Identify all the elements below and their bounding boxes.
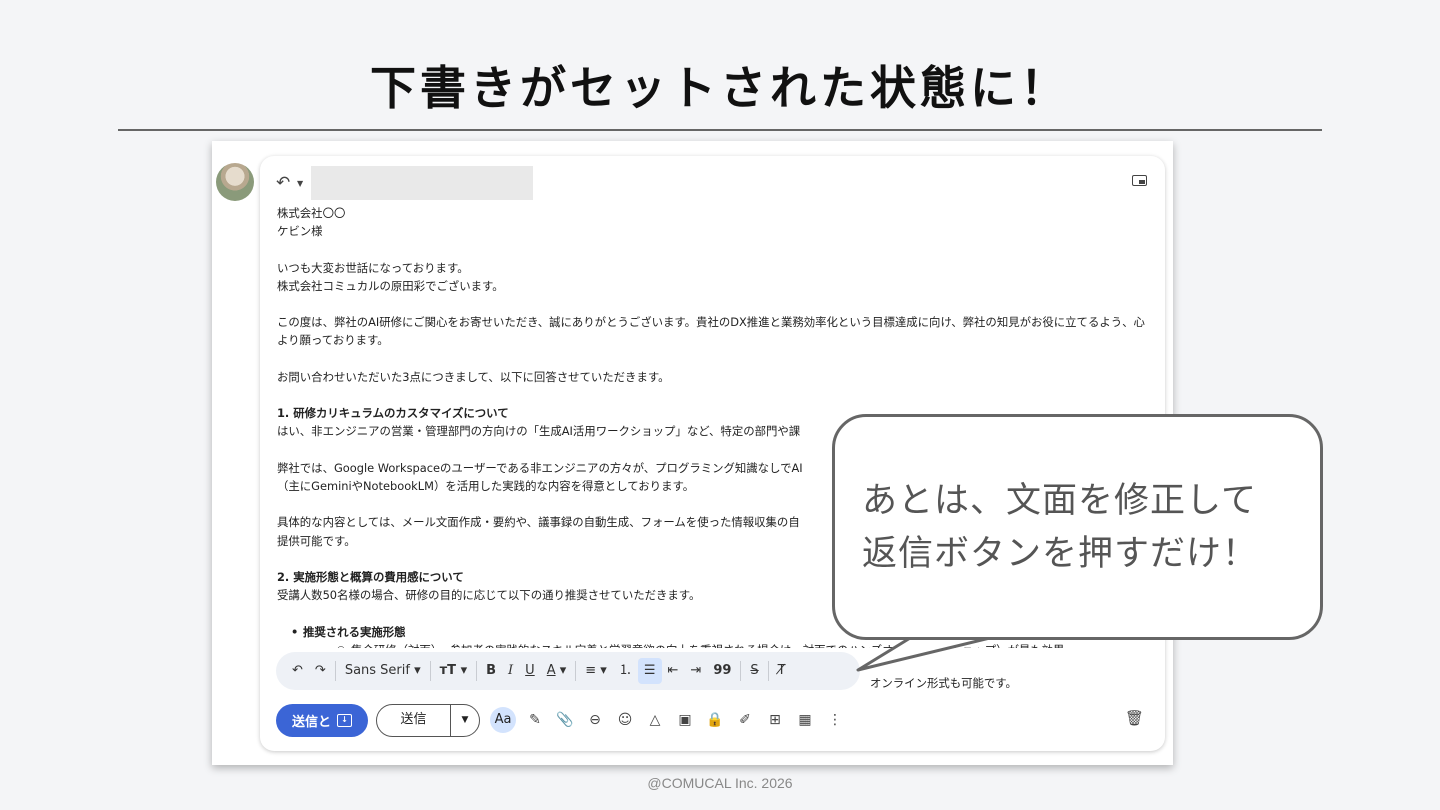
underline-icon[interactable]: U bbox=[519, 658, 541, 684]
magic-pen-icon[interactable]: ✎ bbox=[520, 712, 550, 728]
attach-icon[interactable]: 📎 bbox=[550, 712, 580, 728]
chevron-down-icon[interactable]: ▼ bbox=[297, 179, 303, 188]
send-button-label: 送信 bbox=[377, 704, 451, 736]
undo-icon[interactable]: ↶ bbox=[286, 658, 309, 684]
toolbar-divider bbox=[740, 661, 742, 681]
email-body-line: この度は、弊社のAI研修にご関心をお寄せいただき、誠にありがとうございます。貴社… bbox=[277, 315, 1145, 348]
align-icon[interactable]: ≡ ▾ bbox=[579, 658, 613, 684]
archive-icon: ↓ bbox=[337, 713, 352, 727]
avatar bbox=[216, 163, 254, 201]
formatting-options-button[interactable]: Aa bbox=[490, 707, 516, 733]
font-select-label: Sans Serif bbox=[344, 663, 410, 678]
chevron-down-icon[interactable]: ▼ bbox=[451, 715, 479, 725]
toolbar-divider bbox=[429, 661, 431, 681]
photo-icon[interactable]: ▣ bbox=[670, 712, 700, 728]
schedule-icon[interactable]: ▦ bbox=[790, 712, 820, 728]
bulleted-list-icon[interactable]: ☰ bbox=[637, 658, 662, 684]
recipient-field-redacted[interactable] bbox=[311, 166, 534, 200]
more-options-icon[interactable]: ⋮ bbox=[820, 712, 850, 728]
email-body-line: いつも大変お世話になっております。 bbox=[277, 260, 469, 275]
email-body-line: 株式会社〇〇 bbox=[277, 206, 346, 220]
compose-actions: 送信と ↓ 送信 ▼ Aa ✎ 📎 ⊖ ☺ △ ▣ 🔒 ✐ ⊞ ▦ ⋮ 🗑 bbox=[276, 703, 1156, 737]
link-icon[interactable]: ⊖ bbox=[580, 712, 610, 728]
email-body-line: お問い合わせいただいた3点につきまして、以下に回答させていただきます。 bbox=[277, 369, 670, 384]
send-and-archive-button[interactable]: 送信と ↓ bbox=[276, 703, 368, 737]
strikethrough-icon[interactable]: S bbox=[744, 658, 764, 684]
font-size-label: тT bbox=[439, 663, 457, 678]
remove-formatting-icon[interactable]: T̸ bbox=[772, 658, 792, 684]
toolbar-divider bbox=[575, 661, 577, 681]
quote-icon[interactable]: 99 bbox=[707, 658, 737, 684]
trash-icon[interactable]: 🗑 bbox=[1125, 709, 1144, 727]
email-body-line: 株式会社コミュカルの原田彩でございます。 bbox=[277, 278, 504, 293]
italic-icon[interactable]: I bbox=[502, 658, 519, 684]
slide-title: 下書きがセットされた状態に！ bbox=[370, 61, 1070, 115]
emoji-icon[interactable]: ☺ bbox=[610, 712, 640, 728]
toolbar-divider bbox=[767, 661, 769, 681]
popout-icon[interactable] bbox=[1132, 175, 1147, 186]
text-color-label: A bbox=[546, 663, 556, 678]
redo-icon[interactable]: ↷ bbox=[309, 658, 332, 684]
reply-header: ↶ ▼ bbox=[276, 166, 534, 200]
numbered-list-icon[interactable]: ⒈ bbox=[613, 658, 638, 684]
indent-more-icon[interactable]: ⇥ bbox=[684, 658, 707, 684]
font-size-icon[interactable]: тT ▾ bbox=[434, 658, 473, 684]
instruction-callout: あとは、文面を修正して 返信ボタンを押すだけ！ bbox=[832, 414, 1323, 640]
formatting-toolbar: ↶ ↷ Sans Serif ▾ тT ▾ B I U A ▾ ≡ ▾ ⒈ ☰ … bbox=[276, 652, 860, 690]
bold-icon[interactable]: B bbox=[480, 658, 502, 684]
callout-text: あとは、文面を修正して 返信ボタンを押すだけ！ bbox=[862, 475, 1258, 581]
drive-icon[interactable]: △ bbox=[640, 712, 670, 728]
send-button[interactable]: 送信 ▼ bbox=[376, 703, 480, 737]
body-continuation-text: オンライン形式も可能です。 bbox=[870, 676, 1017, 690]
title-divider bbox=[118, 129, 1322, 131]
toolbar-divider bbox=[334, 661, 336, 681]
copyright-footer: @COMUCAL Inc. 2026 bbox=[647, 775, 793, 791]
layout-icon[interactable]: ⊞ bbox=[760, 712, 790, 728]
text-color-icon[interactable]: A ▾ bbox=[541, 658, 573, 684]
signature-pen-icon[interactable]: ✐ bbox=[730, 712, 760, 728]
indent-less-icon[interactable]: ⇤ bbox=[662, 658, 685, 684]
confidential-lock-icon[interactable]: 🔒 bbox=[700, 712, 730, 728]
email-body-line: 集合研修（対面）: 参加者の実践的なスキル定着と学習意欲の向上を重視される場合は… bbox=[277, 641, 1149, 648]
send-and-archive-label: 送信と bbox=[291, 714, 331, 730]
email-body-line: ケビン様 bbox=[277, 224, 323, 239]
callout-line-1: あとは、文面を修正して bbox=[862, 481, 1257, 521]
callout-line-2: 返信ボタンを押すだけ！ bbox=[862, 534, 1259, 574]
font-select[interactable]: Sans Serif ▾ bbox=[339, 658, 427, 684]
reply-icon[interactable]: ↶ bbox=[276, 173, 294, 193]
toolbar-divider bbox=[476, 661, 478, 681]
